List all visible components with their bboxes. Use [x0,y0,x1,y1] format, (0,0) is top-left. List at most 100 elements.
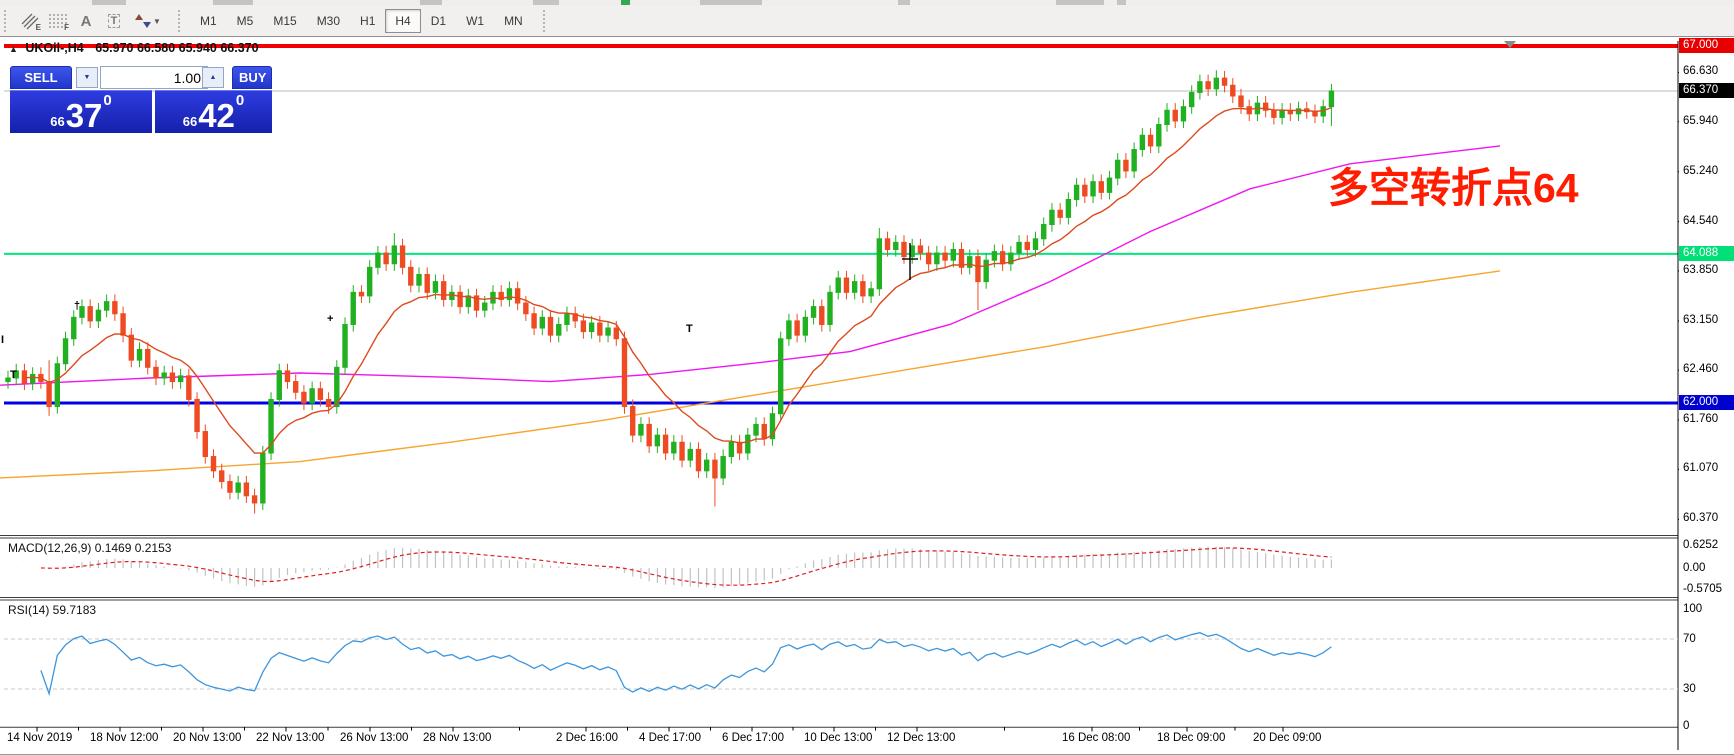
candle-body [95,309,102,322]
timeframe-button-M30[interactable]: M30 [307,9,350,33]
candle-body [679,441,685,461]
candle-body [153,366,159,379]
candle-body [638,423,644,436]
candle-body [383,252,389,265]
candle-body [120,313,126,336]
buy-price-pipette: 0 [235,92,245,109]
toolbar-grip[interactable] [542,10,550,32]
candle-body [687,448,693,461]
toolbar-grip[interactable] [178,10,185,32]
price-tick-label: 63.150 [1683,313,1719,326]
timeframe-button-M15[interactable]: M15 [263,9,306,33]
volume-increase-button[interactable]: ▲ [202,67,224,88]
price-tick-label: 65.240 [1683,164,1719,177]
candle-body [276,370,282,400]
text-tool-button[interactable]: A [72,8,100,34]
candle-body [219,470,225,483]
candle-body [1312,111,1318,117]
candle-body [1164,109,1170,126]
candle-body [350,291,356,325]
candle-body [1098,181,1104,193]
candle-body [925,252,932,265]
candle-body [1205,81,1211,90]
time-axis-label: 2 Dec 16:00 [556,732,619,744]
sell-price-bigfigure: 66 [50,114,65,129]
candle-body [1049,209,1055,226]
timeframe-button-H4[interactable]: H4 [385,9,421,33]
candle-body [482,302,488,311]
candle-body [1090,181,1096,197]
equidistant-channel-button[interactable]: E [16,8,44,34]
sell-price-panel[interactable]: 66 37 0 [10,90,152,133]
chart-canvas[interactable] [0,37,1680,754]
candle-body [662,434,669,454]
sell-button[interactable]: SELL [10,66,72,89]
timeframe-button-W1[interactable]: W1 [456,9,494,33]
buy-price-panel[interactable]: 66 42 0 [155,90,272,133]
candle-body [1139,134,1146,151]
candle-body [753,423,759,436]
drawing-and-timeframe-toolbar: E F A T ▼ M1 M5 M15 M30 H1 H4 D1 W1 MN [0,6,1734,37]
chart-annotation-text: 多空转折点64 [1328,165,1579,211]
candle-body [547,316,554,336]
text-label-button[interactable]: T [100,8,128,34]
chevron-down-icon: ▼ [153,16,161,26]
candle-body [794,320,800,336]
timeframe-button-H1[interactable]: H1 [350,9,385,33]
rsi-label: RSI(14) 59.7183 [8,603,97,617]
candle-body [1016,241,1022,254]
candle-body [1024,241,1030,250]
time-axis-label: 18 Nov 12:00 [90,732,159,744]
chart-symbol-period: UKOil-,H4 [25,41,84,55]
candle-body [145,348,151,368]
candle-body [564,313,570,325]
volume-decrease-button[interactable]: ▼ [76,67,98,88]
volume-input[interactable] [100,66,208,89]
collapse-triangle-icon[interactable]: ▲ [9,44,18,54]
timeframe-group: M1 M5 M15 M30 H1 H4 D1 W1 MN [190,9,533,33]
candle-body [1180,106,1187,122]
candle-body [112,301,118,315]
rsi-scale-label: 70 [1683,633,1696,645]
time-axis-label: 26 Nov 13:00 [340,732,409,744]
candle-body [514,288,521,304]
candle-body [720,456,726,479]
sell-price-pipette: 0 [103,92,112,109]
candle-body [835,277,841,293]
candle-body [161,372,167,379]
arrows-icon [135,14,152,28]
candle-body [1147,134,1154,147]
candle-body [1188,91,1195,108]
timeframe-button-M5[interactable]: M5 [227,9,264,33]
chart-ohlc-values: 65.970 66.580 65.940 66.370 [95,41,259,55]
candle-body [884,238,891,250]
candle-body [736,441,743,454]
candle-body [1271,109,1277,118]
candle-body [408,266,414,286]
candle-body [1230,84,1236,97]
candle-body [983,259,989,283]
candle-body [260,452,266,504]
candle-body [901,241,907,258]
candle-body [210,456,217,472]
time-axis-label: 20 Nov 13:00 [173,732,242,744]
chart-text-marker: + [327,313,334,325]
candle-body [942,252,948,261]
candle-body [745,434,751,454]
chart-text-marker: T [686,323,693,335]
buy-button[interactable]: BUY [232,66,272,89]
timeframe-button-M1[interactable]: M1 [190,9,227,33]
price-level-badge: 62.000 [1679,395,1734,410]
fibonacci-retracement-button[interactable]: F [44,8,72,34]
timeframe-button-D1[interactable]: D1 [421,9,456,33]
toolbar-grip[interactable] [4,10,11,32]
toolbar-fragment [420,0,442,5]
arrow-objects-button[interactable]: ▼ [128,8,168,34]
timeframe-button-MN[interactable]: MN [494,9,533,33]
price-level-badge: 67.000 [1679,38,1734,53]
candle-body [868,288,874,297]
price-tick-label: 65.940 [1683,114,1719,127]
spinner-down-icon: ▼ [83,74,91,81]
candle-body [695,448,702,472]
candle-body [1131,149,1137,172]
